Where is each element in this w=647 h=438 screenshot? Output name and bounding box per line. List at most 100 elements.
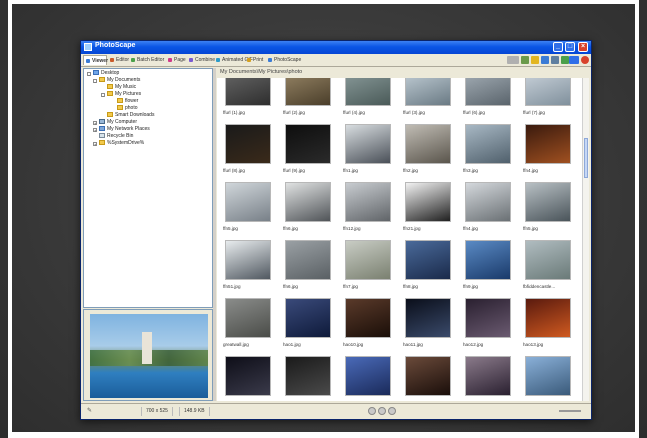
thumbnail-item[interactable] [401, 356, 455, 401]
tab-batch-editor[interactable]: Batch Editor [129, 55, 165, 65]
expand-toggle[interactable]: + [93, 142, 97, 147]
thumbnail-item[interactable]: ffurl (8).jpg [221, 124, 275, 182]
star-icon[interactable] [531, 56, 539, 64]
thumbnail-item[interactable]: ffn3.jpg [461, 124, 515, 182]
expand-toggle[interactable]: - [101, 93, 105, 98]
thumbnail-image[interactable] [225, 124, 271, 164]
grid-view-icon[interactable] [507, 56, 519, 64]
thumbnail-item[interactable]: ffurl (2).jpg [281, 78, 335, 124]
thumbnail-item[interactable]: ffn21.jpg [401, 182, 455, 240]
pane-splitter[interactable] [213, 68, 216, 401]
monitor-icon[interactable] [551, 56, 559, 64]
tree-item-systemdrive[interactable]: %SystemDrive% [99, 140, 144, 147]
tab-animated-gif[interactable]: Animated GIF [214, 55, 253, 65]
rotate-right-icon[interactable] [388, 407, 396, 415]
thumbnail-item[interactable]: ffurl (6).jpg [461, 78, 515, 124]
thumbnail-item[interactable]: ffn6.jpg [281, 182, 335, 240]
title-bar[interactable]: PhotoScape _ □ × [81, 41, 591, 54]
rotate-left-icon[interactable] [378, 407, 386, 415]
tools-icon[interactable] [541, 56, 549, 64]
expand-toggle[interactable]: + [93, 128, 97, 133]
thumbnail-image[interactable] [525, 240, 571, 280]
expand-toggle[interactable]: - [93, 79, 97, 84]
thumbnail-image[interactable] [405, 298, 451, 338]
thumbnail-item[interactable] [521, 356, 575, 401]
tab-photoscape[interactable]: PhotoScape [266, 55, 301, 65]
settings-icon[interactable]: ✎ [87, 408, 94, 415]
thumbnail-image[interactable] [405, 124, 451, 164]
thumbnail-item[interactable]: ffurl (3).jpg [401, 78, 455, 124]
thumbnail-image[interactable] [225, 356, 271, 396]
tree-item-my-pictures[interactable]: My Pictures [107, 91, 141, 98]
thumbnail-image[interactable] [345, 124, 391, 164]
thumbnail-item[interactable]: ffn5.jpg [521, 182, 575, 240]
minimize-button[interactable]: _ [553, 42, 563, 52]
thumbnail-image[interactable] [405, 182, 451, 222]
thumbnail-image[interactable] [225, 298, 271, 338]
tab-viewer[interactable]: Viewer [83, 55, 108, 65]
thumbnail-image[interactable] [405, 78, 451, 106]
thumbnail-item[interactable]: ffn51.jpg [221, 240, 275, 298]
thumbnail-item[interactable]: ffn7.jpg [341, 240, 395, 298]
tree-item-desktop[interactable]: Desktop [93, 70, 119, 77]
expand-toggle[interactable]: - [87, 72, 91, 77]
thumbnail-item[interactable]: ffn12.jpg [341, 182, 395, 240]
thumbnail-image[interactable] [225, 78, 271, 106]
thumbnail-image[interactable] [405, 356, 451, 396]
tree-item-photo[interactable]: photo [117, 105, 138, 112]
thumbnail-item[interactable] [221, 356, 275, 401]
tree-item-my-documents[interactable]: My Documents [99, 77, 140, 84]
thumbnail-item[interactable]: ffn4.jpg [461, 182, 515, 240]
thumbnail-item[interactable]: hao13.jpg [521, 298, 575, 356]
close-button[interactable]: × [578, 42, 588, 52]
thumbnail-image[interactable] [285, 298, 331, 338]
thumbnail-image[interactable] [285, 182, 331, 222]
thumbnail-image[interactable] [465, 356, 511, 396]
thumbnail-item[interactable]: ffn2.jpg [401, 124, 455, 182]
thumbnail-image[interactable] [405, 240, 451, 280]
expand-toggle[interactable]: + [93, 121, 97, 126]
thumbnail-item[interactable]: hao1.jpg [281, 298, 335, 356]
thumbnail-item[interactable]: hao10.jpg [341, 298, 395, 356]
thumbnail-item[interactable] [461, 356, 515, 401]
thumbnail-image[interactable] [285, 240, 331, 280]
tab-page[interactable]: Page [166, 55, 186, 65]
thumbnail-image[interactable] [345, 182, 391, 222]
thumbnail-image[interactable] [345, 78, 391, 106]
thumbnail-item[interactable]: ffn8.jpg [401, 240, 455, 298]
search-icon[interactable] [561, 56, 569, 64]
thumbnail-item[interactable]: ffurl (4).jpg [341, 78, 395, 124]
delete-icon[interactable] [368, 407, 376, 415]
thumbnail-item[interactable]: greatwall.jpg [221, 298, 275, 356]
help-icon[interactable] [581, 56, 589, 64]
thumbnail-image[interactable] [345, 298, 391, 338]
thumbnail-item[interactable]: ffn9.jpg [461, 240, 515, 298]
thumbnail-image[interactable] [525, 78, 571, 106]
thumbnail-item[interactable]: hao12.jpg [461, 298, 515, 356]
thumbnail-image[interactable] [465, 298, 511, 338]
thumbnail-image[interactable] [465, 240, 511, 280]
maximize-button[interactable]: □ [565, 42, 575, 52]
thumbnail-image[interactable] [285, 356, 331, 396]
thumbnail-item[interactable]: ffn4.jpg [521, 124, 575, 182]
thumbnail-image[interactable] [465, 124, 511, 164]
thumbnail-image[interactable] [465, 78, 511, 106]
tree-item-recycle-bin[interactable]: Recycle Bin [99, 133, 133, 140]
thumbnail-item[interactable]: ffurl (7).jpg [521, 78, 575, 124]
thumbnail-image[interactable] [285, 78, 331, 106]
thumbnail-image[interactable] [525, 124, 571, 164]
tree-item-my-music[interactable]: My Music [107, 84, 136, 91]
thumbnail-icon[interactable] [521, 56, 529, 64]
tab-print[interactable]: Print [245, 55, 265, 65]
thumbnail-item[interactable] [281, 356, 335, 401]
thumbnail-image[interactable] [345, 356, 391, 396]
slideshow-icon[interactable] [569, 56, 579, 64]
thumbnail-item[interactable]: hao11.jpg [401, 298, 455, 356]
thumbnail-image[interactable] [285, 124, 331, 164]
thumbnail-item[interactable]: ffn6.jpg [281, 240, 335, 298]
tab-editor[interactable]: Editor [108, 55, 129, 65]
thumbnail-item[interactable]: ffurl (1).jpg [221, 78, 275, 124]
thumbnail-image[interactable] [225, 182, 271, 222]
thumbnail-image[interactable] [345, 240, 391, 280]
thumbnail-image[interactable] [465, 182, 511, 222]
